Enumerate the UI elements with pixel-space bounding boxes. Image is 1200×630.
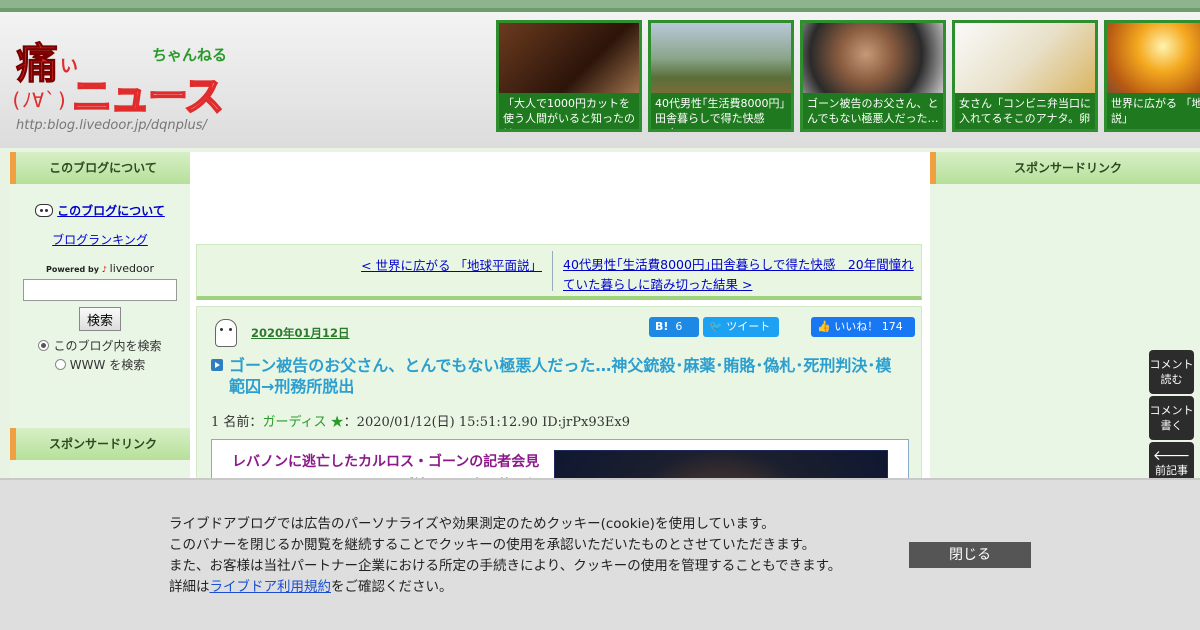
top-article-thumbnail [499, 23, 639, 101]
top-article-card[interactable]: 40代男性｢生活費8000円｣田舎暮らしで得た快感 20年 [648, 20, 794, 132]
prev-post-label: 前記事 [1155, 464, 1188, 477]
res-number: 1 [211, 415, 220, 430]
ranking-link[interactable]: ブログランキング [18, 231, 182, 248]
terms-link[interactable]: ライブドア利用規約 [210, 579, 332, 595]
floating-buttons: コメント読む コメント書く 🡐 前記事 [1149, 350, 1194, 488]
response-header: 1 名前：ガーディス ★：2020/01/12(日) 15:51:12.90 I… [211, 411, 921, 430]
top-article-card[interactable]: 世界に広がる 「地球平面説」 [1104, 20, 1200, 132]
logo-face: (ﾉ∀`) [10, 88, 69, 112]
arrow-left-icon: 🡐 [1152, 448, 1191, 464]
livedoor-label: livedoor [109, 262, 155, 275]
article-meta: 2020年01月12日 B! 6 🐦 ツイート 👍 いいね！ 174 [197, 307, 921, 347]
radio-selected[interactable] [38, 340, 50, 351]
prev-article-link[interactable]: < 世界に広がる 「地球平面説」 [361, 258, 542, 273]
logo-url: http:blog.livedoor.jp/dqnplus/ [16, 118, 207, 133]
hatena-count: 6 [675, 320, 683, 333]
about-body: このブログについて ブログランキング Powered by ♪ livedoor… [10, 184, 190, 383]
facebook-like-button[interactable]: 👍 いいね！ 174 [811, 317, 915, 337]
hatena-bookmark-button[interactable]: B! 6 [649, 317, 699, 337]
next-article: 40代男性｢生活費8000円｣田舎暮らしで得た快感 20年間憧れていた暮らしに踏… [553, 245, 921, 296]
top-article-card[interactable]: ゴーン被告のお父さん、とんでもない極悪人だった… [800, 20, 946, 132]
ad-area [190, 152, 930, 244]
top-article-caption: 「大人で1000円カットを使う人間がいると知ったのは [499, 93, 639, 129]
sponsor-header: スポンサードリンク [10, 428, 190, 460]
article-title-row: ゴーン被告のお父さん、とんでもない極悪人だった…神父銃殺･麻薬･賄賂･偽札･死刑… [211, 355, 907, 397]
cookie-text: ライブドアブログでは広告のパーソナライズや効果測定のためクッキー(cookie)… [169, 514, 841, 598]
twitter-bird-icon: 🐦 [709, 320, 723, 333]
res-prefix: 名前： [223, 415, 263, 430]
site-header: 痛 い (ﾉ∀`) ニュース ちゃんねる http:blog.livedoor.… [0, 0, 1200, 148]
cookie-line-3: また、お客様は当社パートナー企業における所定の手続きにより、クッキーの使用を管理… [169, 558, 842, 574]
thumbs-up-icon: 👍 [817, 320, 831, 333]
livedoor-logo-icon: ♪ [101, 265, 107, 274]
about-header: このブログについて [10, 152, 190, 184]
res-meta: ：2020/01/12(日) 15:51:12.90 ID:jrPx93Ex9 [343, 415, 630, 430]
cookie-line-2: このバナーを閉じるか閲覧を継続することでクッキーの使用を承認いただいたものとさせ… [169, 537, 816, 553]
cookie-line-1: ライブドアブログでは広告のパーソナライズや効果測定のためクッキー(cookie)… [169, 516, 775, 532]
radio-label: WWW を検索 [69, 358, 146, 372]
cookie-banner: ライブドアブログでは広告のパーソナライズや効果測定のためクッキー(cookie)… [0, 478, 1200, 630]
play-icon [211, 359, 223, 371]
article-title: ゴーン被告のお父さん、とんでもない極悪人だった…神父銃殺･麻薬･賄賂･偽札･死刑… [229, 356, 892, 396]
top-article-thumbnail [1107, 23, 1200, 101]
post-date[interactable]: 2020年01月12日 [251, 325, 350, 341]
cookie-line-4: 詳細はライブドア利用規約をご確認ください。 [169, 577, 841, 598]
site-logo[interactable]: 痛 い (ﾉ∀`) ニュース ちゃんねる http:blog.livedoor.… [10, 26, 230, 136]
read-comments-button[interactable]: コメント読む [1149, 350, 1194, 394]
top-article-thumbnail [803, 23, 943, 101]
like-count: 174 [881, 320, 903, 333]
top-article-thumbnail [955, 23, 1095, 101]
top-article-caption: ゴーン被告のお父さん、とんでもない極悪人だった… [803, 93, 943, 129]
logo-channel: ちゃんねる [152, 46, 228, 64]
face-icon [35, 204, 54, 217]
top-article-card[interactable]: 「大人で1000円カットを使う人間がいると知ったのは [496, 20, 642, 132]
top-article-caption: 40代男性｢生活費8000円｣田舎暮らしで得た快感 20年 [651, 93, 791, 129]
about-row: このブログについて [18, 202, 182, 219]
article-nav: < 世界に広がる 「地球平面説」 40代男性｢生活費8000円｣田舎暮らしで得た… [196, 244, 922, 300]
res-name: ガーディス ★ [262, 415, 344, 430]
like-label: いいね！ [834, 320, 879, 333]
top-article-caption: 女さん「コンビニ弁当口に入れてるそこのアナタ。卵 [955, 93, 1095, 129]
search-button[interactable]: 検索 [79, 307, 121, 331]
top-article-card[interactable]: 女さん「コンビニ弁当口に入れてるそこのアナタ。卵 [952, 20, 1098, 132]
radio-unselected[interactable] [54, 359, 66, 370]
logo-news: ニュース [71, 73, 225, 121]
write-comment-button[interactable]: コメント書く [1149, 396, 1194, 440]
left-sponsor-section: スポンサードリンク [10, 428, 190, 460]
powered-label: Powered by [45, 265, 99, 274]
hatena-label: B! [655, 320, 669, 333]
radio-label: このブログ内を検索 [53, 339, 162, 353]
search-input[interactable] [23, 279, 177, 301]
logo-kanji: 痛 [15, 39, 59, 89]
tweet-button[interactable]: 🐦 ツイート [703, 317, 779, 337]
cookie-line-4-prefix: 詳細は [169, 579, 210, 595]
powered-by-livedoor[interactable]: Powered by ♪ livedoor [18, 262, 182, 275]
cookie-close-button[interactable]: 閉じる [909, 542, 1031, 568]
prev-article: < 世界に広がる 「地球平面説」 [197, 251, 553, 291]
top-article-caption: 世界に広がる 「地球平面説」 [1107, 93, 1200, 129]
radio-search-www[interactable]: WWW を検索 [18, 356, 182, 373]
cookie-line-4-suffix: をご確認ください。 [331, 579, 453, 595]
mascot-icon [215, 319, 237, 347]
tweet-label: ツイート [726, 320, 771, 333]
about-link[interactable]: このブログについて [57, 204, 165, 218]
sponsor-header: スポンサードリンク [930, 152, 1200, 184]
radio-search-blog[interactable]: このブログ内を検索 [18, 337, 182, 354]
top-article-thumbnail [651, 23, 791, 101]
top-articles-strip: 「大人で1000円カットを使う人間がいると知ったのは 40代男性｢生活費8000… [496, 20, 1200, 142]
header-stripe [0, 8, 1200, 12]
next-article-link[interactable]: 40代男性｢生活費8000円｣田舎暮らしで得た快感 20年間憧れていた暮らしに踏… [563, 257, 914, 292]
